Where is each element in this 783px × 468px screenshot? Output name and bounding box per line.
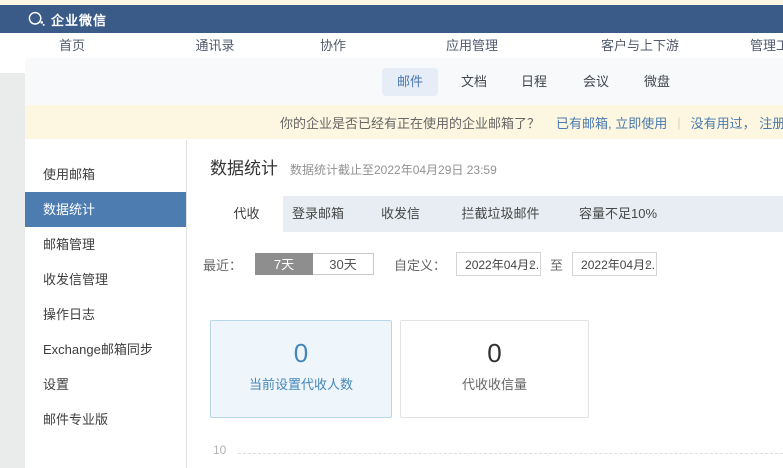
sidebar-item-mailbox-mgmt[interactable]: 邮箱管理 bbox=[25, 227, 186, 262]
sidebar-item-settings[interactable]: 设置 bbox=[25, 367, 186, 402]
stat-label: 当前设置代收人数 bbox=[211, 374, 391, 393]
filter-row: 最近： 7天 30天 自定义： 2022年04月2... 至 2022年04月2… bbox=[203, 251, 657, 277]
sidebar-item-data-statistics[interactable]: 数据统计 bbox=[25, 192, 186, 227]
date-end-select[interactable]: 2022年04月2... bbox=[572, 252, 657, 276]
banner-link-register-domain[interactable]: 没有用过， 注册正式域名 bbox=[691, 113, 783, 132]
date-start-select[interactable]: 2022年04月2... bbox=[456, 252, 541, 276]
stat-card-proxy-users[interactable]: 0 当前设置代收人数 bbox=[210, 320, 392, 418]
sidebar-item-operation-log[interactable]: 操作日志 bbox=[25, 297, 186, 332]
topnav-collab[interactable]: 协作 bbox=[320, 33, 346, 58]
tab-login-mailbox[interactable]: 登录邮箱 bbox=[283, 196, 353, 232]
main-content: 数据统计 数据统计截止至2022年04月29日 23:59 代收 登录邮箱 收发… bbox=[187, 140, 783, 468]
date-end-value: 2022年04月2... bbox=[573, 256, 656, 273]
banner-link-use-existing[interactable]: 已有邮箱, 立即使用 bbox=[556, 113, 667, 132]
range-30days-button[interactable]: 30天 bbox=[313, 253, 374, 275]
topnav-apps[interactable]: 应用管理 bbox=[446, 33, 498, 58]
topnav-contacts[interactable]: 通讯录 bbox=[195, 33, 234, 58]
page-subtitle: 数据统计截止至2022年04月29日 23:59 bbox=[290, 161, 497, 178]
title-row: 数据统计 数据统计截止至2022年04月29日 23:59 bbox=[210, 154, 497, 179]
chart-y-axis-tick: 10 bbox=[213, 443, 226, 457]
app-screen: 企业微信 首页 通讯录 协作 应用管理 客户与上下游 管理工具 邮件 文档 日程… bbox=[0, 0, 783, 468]
tab-capacity-low[interactable]: 容量不足10% bbox=[553, 196, 683, 232]
subnav-docs[interactable]: 文档 bbox=[461, 68, 487, 96]
stat-value: 0 bbox=[211, 338, 391, 368]
chevron-down-icon bbox=[645, 263, 651, 267]
wechat-work-logo-icon bbox=[27, 11, 45, 27]
custom-label: 自定义： bbox=[394, 255, 446, 274]
tab-spam-intercepted[interactable]: 拦截垃圾邮件 bbox=[448, 196, 553, 232]
subnav-calendar[interactable]: 日程 bbox=[521, 68, 547, 96]
topnav-home[interactable]: 首页 bbox=[59, 33, 85, 58]
tab-proxy-receive[interactable]: 代收 bbox=[210, 196, 283, 232]
stat-label: 代收收信量 bbox=[401, 374, 588, 393]
brand-link[interactable]: 企业微信 bbox=[27, 10, 107, 29]
banner-question: 你的企业是否已经有正在使用的企业邮箱了？ bbox=[280, 113, 540, 132]
topnav-customers[interactable]: 客户与上下游 bbox=[601, 33, 679, 58]
range-7days-button[interactable]: 7天 bbox=[255, 253, 313, 275]
page-title: 数据统计 bbox=[210, 154, 278, 179]
stat-card-proxy-received[interactable]: 0 代收收信量 bbox=[400, 320, 589, 418]
mail-admin-sidebar: 使用邮箱 数据统计 邮箱管理 收发信管理 操作日志 Exchange邮箱同步 设… bbox=[25, 140, 187, 468]
sidebar-item-use-mailbox[interactable]: 使用邮箱 bbox=[25, 157, 186, 192]
tab-send-receive[interactable]: 收发信 bbox=[353, 196, 448, 232]
chart-gridline bbox=[238, 453, 783, 454]
top-nav: 首页 通讯录 协作 应用管理 客户与上下游 管理工具 bbox=[0, 33, 783, 58]
stat-value: 0 bbox=[401, 338, 588, 368]
brand-name: 企业微信 bbox=[51, 10, 107, 29]
stats-tabbar: 代收 登录邮箱 收发信 拦截垃圾邮件 容量不足10% bbox=[210, 196, 783, 232]
banner-separator: | bbox=[677, 115, 680, 130]
subnav-drive[interactable]: 微盘 bbox=[644, 68, 670, 96]
left-gutter bbox=[0, 73, 25, 468]
app-header: 企业微信 bbox=[0, 5, 783, 33]
recent-label: 最近： bbox=[203, 255, 242, 274]
sidebar-item-exchange-sync[interactable]: Exchange邮箱同步 bbox=[25, 332, 186, 367]
chevron-down-icon bbox=[529, 263, 535, 267]
subnav-meeting[interactable]: 会议 bbox=[583, 68, 609, 96]
mailbox-notice-banner: 你的企业是否已经有正在使用的企业邮箱了？ 已有邮箱, 立即使用 | 没有用过， … bbox=[25, 105, 783, 139]
collab-sub-nav: 邮件 文档 日程 会议 微盘 bbox=[25, 58, 783, 105]
subnav-mail-active[interactable]: 邮件 bbox=[382, 68, 438, 96]
sidebar-item-mail-pro[interactable]: 邮件专业版 bbox=[25, 402, 186, 437]
to-label: 至 bbox=[550, 255, 563, 274]
sidebar-item-sendrecv-mgmt[interactable]: 收发信管理 bbox=[25, 262, 186, 297]
date-start-value: 2022年04月2... bbox=[457, 256, 540, 273]
topnav-tools[interactable]: 管理工具 bbox=[750, 33, 783, 58]
